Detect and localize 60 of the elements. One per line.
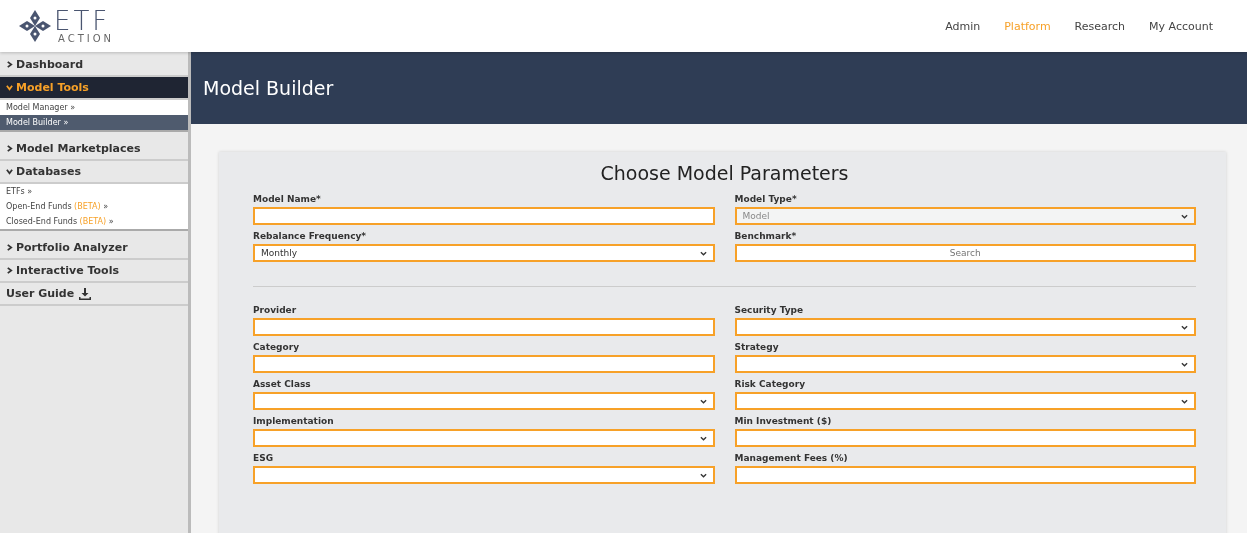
dropdown[interactable]: Monthly xyxy=(253,244,715,262)
field-label: Strategy xyxy=(734,342,780,352)
chevron-right-icon xyxy=(6,267,13,274)
field-label: Category xyxy=(253,342,300,352)
sidebar-section[interactable]: Model Tools xyxy=(0,77,188,100)
sidebar-link[interactable]: Closed-End Funds (BETA) » xyxy=(0,214,188,229)
download-icon xyxy=(79,287,92,300)
sidebar-link[interactable]: Model Manager » xyxy=(0,100,188,115)
field-label: Security Type xyxy=(734,305,805,315)
dropdown[interactable] xyxy=(734,392,1196,410)
dropdown[interactable] xyxy=(253,466,715,484)
text-field[interactable] xyxy=(253,318,715,336)
diamond-logo-icon xyxy=(18,9,52,43)
text-field[interactable] xyxy=(734,466,1196,484)
nav-link[interactable]: Research xyxy=(1074,19,1126,33)
text-field[interactable] xyxy=(734,429,1196,447)
text-field[interactable] xyxy=(253,207,715,225)
caret-icon xyxy=(699,397,707,405)
field-label: Min Investment ($) xyxy=(734,416,833,426)
caret-icon xyxy=(699,434,707,442)
caret-icon xyxy=(1181,360,1188,368)
logo-tagline: ACTION xyxy=(58,34,115,44)
page-title: Model Builder xyxy=(203,77,334,99)
form-title: Choose Model Parameters xyxy=(599,162,850,184)
caret-icon xyxy=(1181,397,1188,405)
nav-link[interactable]: Admin xyxy=(945,19,981,33)
field-label: Rebalance Frequency* xyxy=(253,231,368,241)
sidebar-link[interactable]: ETFs » xyxy=(0,184,188,199)
field-label: Model Name* xyxy=(253,194,322,204)
caret-icon xyxy=(1181,212,1188,220)
field-label: Provider xyxy=(253,305,298,315)
caret-icon xyxy=(699,471,707,479)
text-field[interactable] xyxy=(253,355,715,373)
sidebar-section[interactable]: Portfolio Analyzer xyxy=(0,237,188,260)
sidebar-link[interactable]: Open-End Funds (BETA) » xyxy=(0,199,188,214)
caret-icon xyxy=(699,249,707,257)
sidebar-link[interactable]: Model Builder » xyxy=(0,115,188,130)
dropdown[interactable] xyxy=(253,429,715,447)
chevron-right-icon xyxy=(6,61,13,68)
field-label: Asset Class xyxy=(253,379,312,389)
search-field[interactable]: Search xyxy=(734,244,1196,262)
user-guide-link[interactable]: User Guide xyxy=(0,283,188,306)
nav-link[interactable]: My Account xyxy=(1149,19,1213,33)
chevron-right-icon xyxy=(6,244,13,251)
sidebar-section[interactable]: Interactive Tools xyxy=(0,260,188,283)
logo-name: ETF xyxy=(54,8,112,34)
chevron-right-icon xyxy=(6,145,13,152)
field-label: Management Fees (%) xyxy=(734,453,849,463)
field-label: Risk Category xyxy=(734,379,806,389)
field-label: ESG xyxy=(253,453,275,463)
dropdown[interactable] xyxy=(734,318,1196,336)
field-label: Benchmark* xyxy=(734,231,798,241)
chevron-down-icon xyxy=(6,84,13,91)
sidebar-section[interactable]: Model Marketplaces xyxy=(0,138,188,161)
dropdown[interactable] xyxy=(734,355,1196,373)
caret-icon xyxy=(1181,323,1188,331)
field-label: Model Type* xyxy=(734,194,798,204)
field-label: Implementation xyxy=(253,416,335,426)
dropdown[interactable] xyxy=(253,392,715,410)
chevron-down-icon xyxy=(6,168,13,175)
